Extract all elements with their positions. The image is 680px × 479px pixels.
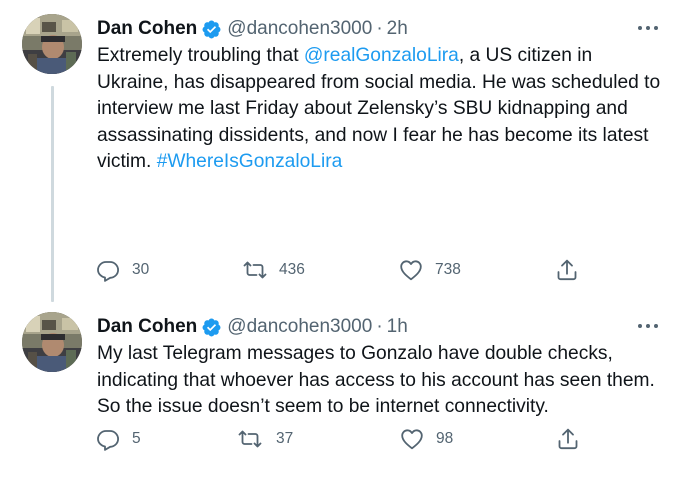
like-count: 98 <box>436 430 454 447</box>
separator-dot: · <box>376 18 383 39</box>
retweet-count: 37 <box>276 430 294 447</box>
avatar-photo <box>22 312 82 372</box>
like-count: 738 <box>435 261 461 278</box>
tweet-actions: 5 37 98 <box>96 426 586 452</box>
reply-icon <box>97 430 119 451</box>
tweet-text: Extremely troubling that @realGonzaloLir… <box>97 43 662 176</box>
tweet[interactable]: Dan Cohen @dancohen3000 · 2h Extremely t… <box>0 0 680 302</box>
user-handle[interactable]: @dancohen3000 <box>227 314 372 340</box>
retweet-icon <box>243 261 267 279</box>
separator-dot: · <box>376 316 383 337</box>
reply-count: 30 <box>132 261 150 278</box>
tweet-text: My last Telegram messages to Gonzalo hav… <box>97 343 655 417</box>
user-handle[interactable]: @dancohen3000 <box>227 16 372 42</box>
timestamp[interactable]: 1h <box>387 314 408 340</box>
verified-badge-icon <box>201 317 222 338</box>
mention-link[interactable]: @realGonzaloLira <box>304 45 459 66</box>
retweet-button[interactable]: 436 <box>243 257 305 283</box>
avatar[interactable] <box>22 14 82 74</box>
hashtag-link[interactable]: #WhereIsGonzaloLira <box>157 151 343 172</box>
reply-button[interactable]: 5 <box>96 426 141 452</box>
reply-button[interactable]: 30 <box>96 257 149 283</box>
tweet-text-part: Extremely troubling that <box>97 45 304 66</box>
avatar-photo <box>22 14 82 74</box>
heart-icon <box>401 429 423 450</box>
thread-connector-line <box>51 86 54 302</box>
tweet-actions: 30 436 738 <box>96 257 586 283</box>
retweet-count: 436 <box>279 261 305 278</box>
heart-icon <box>400 260 422 281</box>
display-name[interactable]: Dan Cohen <box>97 16 197 42</box>
verified-badge-icon <box>201 19 222 40</box>
share-icon <box>557 259 577 281</box>
retweet-button[interactable]: 37 <box>238 426 293 452</box>
avatar[interactable] <box>22 312 82 372</box>
like-button[interactable]: 98 <box>400 426 453 452</box>
tweet-header: Dan Cohen @dancohen3000 · 1h <box>97 314 408 340</box>
more-options-icon[interactable] <box>636 18 660 38</box>
share-button[interactable] <box>556 426 580 452</box>
like-button[interactable]: 738 <box>399 257 461 283</box>
reply-count: 5 <box>132 430 141 447</box>
tweet[interactable]: Dan Cohen @dancohen3000 · 1h My last Tel… <box>0 298 680 479</box>
tweet-thread: Dan Cohen @dancohen3000 · 2h Extremely t… <box>0 0 680 479</box>
timestamp[interactable]: 2h <box>387 16 408 42</box>
share-icon <box>558 428 578 450</box>
retweet-icon <box>238 430 262 448</box>
share-button[interactable] <box>555 257 579 283</box>
display-name[interactable]: Dan Cohen <box>97 314 197 340</box>
tweet-header: Dan Cohen @dancohen3000 · 2h <box>97 16 408 42</box>
more-options-icon[interactable] <box>636 316 660 336</box>
reply-icon <box>97 261 119 282</box>
